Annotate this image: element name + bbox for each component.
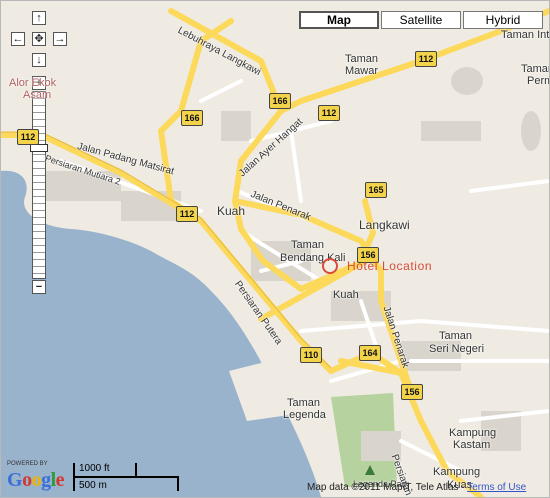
- terms-of-use-link[interactable]: Terms of Use: [467, 482, 526, 493]
- map-type-map-button[interactable]: Map: [299, 11, 379, 29]
- place-kampung-kuas-line1: Kampung: [433, 466, 481, 478]
- pan-right-button[interactable]: →: [53, 32, 67, 46]
- hotel-location-marker[interactable]: [322, 258, 338, 274]
- place-alor-ekok: Alor Ekok: [9, 77, 57, 89]
- scale-bar: 1000 ft 500 m: [73, 463, 183, 491]
- place-taman-mawar-line2: Mawar: [345, 65, 379, 77]
- pan-up-button[interactable]: ↑: [32, 11, 46, 25]
- route-shield-166: 166: [181, 110, 203, 126]
- map-type-hybrid-button[interactable]: Hybrid: [463, 11, 543, 29]
- route-shield-112: 112: [17, 129, 39, 145]
- pan-center-button[interactable]: ✥: [32, 32, 46, 46]
- route-shield-166: 166: [269, 93, 291, 109]
- pan-down-button[interactable]: ↓: [32, 53, 46, 67]
- route-shield-112: 112: [318, 105, 340, 121]
- place-taman-legenda-line2: Legenda: [283, 409, 326, 421]
- zoom-slider-track[interactable]: [32, 91, 46, 279]
- zoom-out-button[interactable]: −: [32, 280, 46, 294]
- map-type-satellite-button[interactable]: Satellite: [381, 11, 461, 29]
- route-shield-156: 156: [401, 384, 423, 400]
- place-kampung-kastam-line2: Kastam: [453, 439, 491, 451]
- map-copyright: Map data ©2011 MapIT, Tele Atlas - Terms…: [307, 482, 526, 493]
- pan-left-button[interactable]: ←: [11, 32, 25, 46]
- scale-imperial: 1000 ft: [79, 463, 110, 474]
- route-shield-165: 165: [365, 182, 387, 198]
- map-canvas[interactable]: ↑ ← ✥ → ↓ + − Map Satellite Hybrid Alor …: [0, 0, 550, 498]
- place-kampung-kastam-line1: Kampung: [449, 427, 497, 439]
- map-graphics: [1, 8, 549, 497]
- place-taman-legenda-line1: Taman: [287, 397, 321, 409]
- place-taman-right: Taman: [521, 63, 549, 75]
- scale-metric: 500 m: [79, 480, 107, 491]
- route-shield-112: 112: [415, 51, 437, 67]
- place-taman-seri-line1: Taman: [439, 330, 473, 342]
- copyright-text: Map data ©2011 MapIT, Tele Atlas -: [307, 482, 468, 493]
- hotel-location-label[interactable]: Hotel Location: [347, 259, 432, 273]
- place-taman-seri-line2: Seri Negeri: [429, 343, 485, 355]
- place-asam: Asam: [23, 89, 52, 101]
- place-taman-bendang-line1: Taman: [291, 239, 325, 251]
- powered-by-text: POWERED BY: [7, 461, 48, 467]
- place-kuah: Kuah: [217, 204, 246, 218]
- place-langkawi: Langkawi: [359, 218, 410, 232]
- route-shield-110: 110: [300, 347, 322, 363]
- place-taman-int: Taman Int: [501, 29, 550, 41]
- route-shield-112: 112: [176, 206, 198, 222]
- route-shield-164: 164: [359, 345, 381, 361]
- place-taman-mawar-line1: Taman: [345, 53, 379, 65]
- park-tree-icon: [365, 465, 375, 475]
- place-perm: Perm: [527, 75, 549, 87]
- zoom-slider-handle[interactable]: [30, 144, 48, 152]
- google-logo[interactable]: Google: [7, 469, 65, 492]
- place-kuah-2: Kuah: [333, 289, 359, 301]
